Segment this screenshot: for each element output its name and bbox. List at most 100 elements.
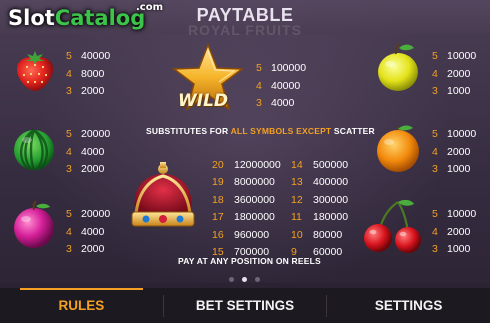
wild-description-highlight: ALL SYMBOLS EXCEPT <box>230 126 332 136</box>
scatter-value: 80000 <box>313 228 343 241</box>
pay-count: 4 <box>432 225 438 238</box>
pay-value: 2000 <box>81 85 105 97</box>
pay-value: 4000 <box>271 97 295 109</box>
scatter-count: 20 <box>212 159 224 171</box>
wild-label: WILD <box>178 91 229 111</box>
scatter-row: 20 12000000 14 500000 <box>212 157 348 174</box>
wild-description-prefix: SUBSTITUTES FOR <box>146 126 231 136</box>
pay-count: 5 <box>66 208 72 220</box>
tab-rules[interactable]: RULES <box>0 288 163 323</box>
scatter-value: 12000000 <box>234 159 281 171</box>
pay-value: 100000 <box>271 62 307 74</box>
pay-count: 5 <box>66 50 72 62</box>
watermelon-paytable: 5 20000 4 4000 3 2000 <box>66 126 110 179</box>
pay-row: 5 40000 <box>66 48 110 66</box>
wild-description-suffix: SCATTER <box>331 126 375 136</box>
scatter-count: 18 <box>212 193 224 206</box>
pay-row: 5 10000 <box>432 48 476 66</box>
pay-count: 3 <box>432 85 438 97</box>
scatter-count: 11 <box>291 211 302 224</box>
scatter-count: 14 <box>291 159 303 171</box>
pay-value: 10000 <box>447 128 477 140</box>
pay-count: 5 <box>256 62 262 74</box>
pay-count: 3 <box>432 243 438 255</box>
pay-value: 8000 <box>81 67 105 80</box>
pay-count: 3 <box>256 97 262 109</box>
pay-value: 2000 <box>447 67 471 80</box>
watermelon-icon <box>14 129 54 171</box>
pay-row: 4 40000 <box>256 78 306 96</box>
pay-count: 4 <box>256 79 262 92</box>
scatter-value: 1800000 <box>234 211 275 224</box>
scatter-row: 18 3600000 12 300000 <box>212 192 348 209</box>
pay-row: 3 1000 <box>432 83 476 101</box>
pay-value: 2000 <box>81 163 105 175</box>
pay-value: 1000 <box>447 85 471 97</box>
wild-description: SUBSTITUTES FOR ALL SYMBOLS EXCEPT SCATT… <box>146 126 375 136</box>
page-title: PAYTABLE <box>196 5 294 25</box>
pay-count: 4 <box>432 67 438 80</box>
pay-count: 4 <box>66 145 72 158</box>
pay-row: 4 8000 <box>66 66 110 84</box>
pay-row: 4 2000 <box>432 66 476 84</box>
orange-paytable: 5 10000 4 2000 3 1000 <box>432 126 476 179</box>
pay-count: 4 <box>66 67 72 80</box>
bottom-tab-bar: RULES BET SETTINGS SETTINGS <box>0 288 490 323</box>
pay-row: 3 2000 <box>66 83 110 101</box>
lemon-paytable: 5 10000 4 2000 3 1000 <box>432 48 476 101</box>
scatter-count: 19 <box>212 176 224 189</box>
scatter-value: 300000 <box>313 193 349 206</box>
pay-row: 4 4000 <box>66 144 110 162</box>
cherries-paytable: 5 10000 4 2000 3 1000 <box>432 206 476 259</box>
scatter-row: 17 1800000 11 180000 <box>212 209 348 226</box>
pay-row: 4 2000 <box>432 144 476 162</box>
pay-row: 4 2000 <box>432 224 476 242</box>
plum-icon <box>14 200 54 248</box>
pay-value: 40000 <box>271 79 301 92</box>
pay-count: 4 <box>432 145 438 158</box>
pay-count: 3 <box>432 163 438 175</box>
page-dot[interactable] <box>255 277 260 282</box>
scatter-count: 16 <box>212 228 224 241</box>
plum-paytable: 5 20000 4 4000 3 2000 <box>66 206 110 259</box>
pay-count: 3 <box>66 163 72 175</box>
scatter-row: 16 960000 10 80000 <box>212 227 348 244</box>
scatter-value: 500000 <box>313 159 349 171</box>
scatter-row: 19 8000000 13 400000 <box>212 174 348 191</box>
pay-count: 4 <box>66 225 72 238</box>
page-indicator <box>229 277 260 282</box>
pay-count: 5 <box>432 50 438 62</box>
strawberry-icon <box>16 51 54 91</box>
orange-icon <box>377 125 419 172</box>
pay-row: 5 20000 <box>66 126 110 144</box>
pay-row: 5 20000 <box>66 206 110 224</box>
pay-row: 3 4000 <box>256 95 306 113</box>
pay-row: 3 1000 <box>432 241 476 259</box>
scatter-count: 17 <box>212 211 224 224</box>
pay-row: 3 2000 <box>66 241 110 259</box>
scatter-count: 12 <box>291 193 303 206</box>
pay-value: 1000 <box>447 163 471 175</box>
scatter-value: 960000 <box>234 228 270 241</box>
logo-catalog-text: Catalog <box>54 6 146 30</box>
pay-row: 5 100000 <box>256 60 306 78</box>
pay-value: 40000 <box>81 50 111 62</box>
tab-settings[interactable]: SETTINGS <box>327 288 490 323</box>
scatter-value: 400000 <box>313 176 349 189</box>
pay-value: 20000 <box>81 208 111 220</box>
wild-paytable: 5 100000 4 40000 3 4000 <box>256 60 306 113</box>
pay-value: 2000 <box>447 225 471 238</box>
scatter-count: 13 <box>291 176 303 189</box>
page-dot-active[interactable] <box>242 277 247 282</box>
tab-bet-settings[interactable]: BET SETTINGS <box>164 288 327 323</box>
scatter-value: 180000 <box>313 211 349 224</box>
scatter-paytable: 20 12000000 14 500000 19 8000000 13 400000 18 3… <box>212 157 348 261</box>
pay-row: 4 4000 <box>66 224 110 242</box>
pay-row: 3 2000 <box>66 161 110 179</box>
pay-count: 5 <box>66 128 72 140</box>
page-dot[interactable] <box>229 277 234 282</box>
pay-row: 5 10000 <box>432 206 476 224</box>
scatter-description: PAY AT ANY POSITION ON REELS <box>178 256 321 266</box>
lemon-icon <box>378 43 418 91</box>
pay-count: 3 <box>66 243 72 255</box>
